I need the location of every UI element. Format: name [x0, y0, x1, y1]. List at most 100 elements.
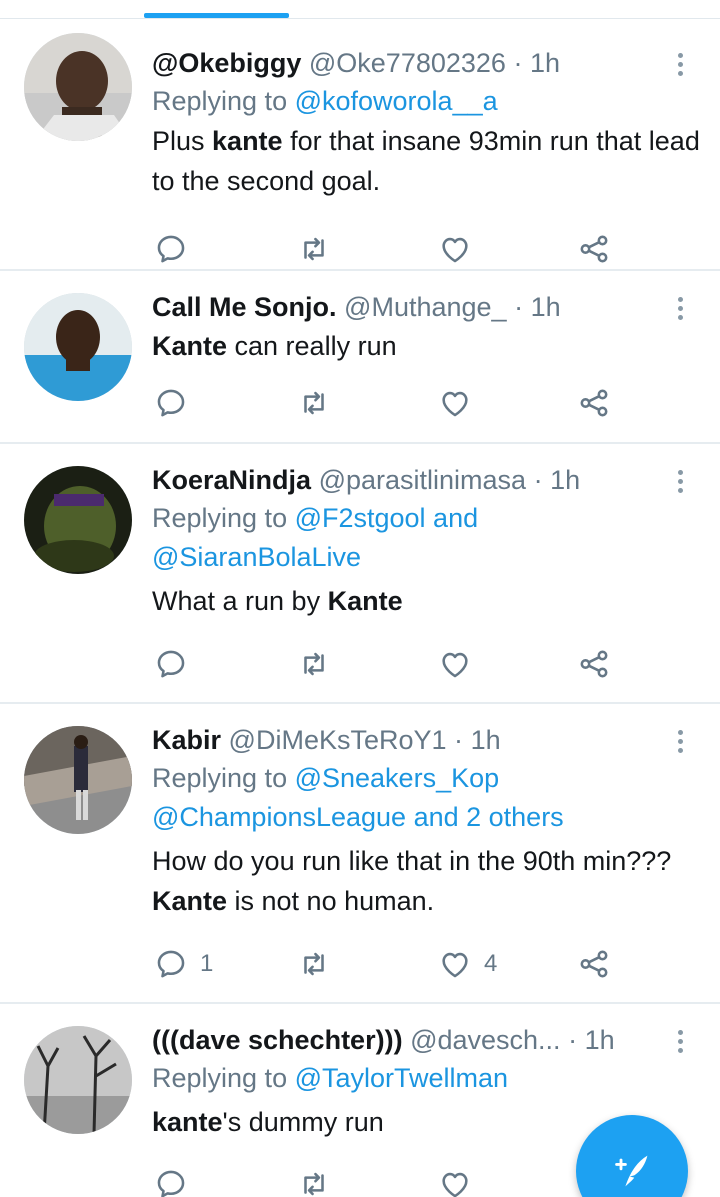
highlighted-keyword: kante [152, 1107, 223, 1137]
tweet-actions [152, 644, 720, 684]
highlighted-keyword: Kante [152, 886, 228, 916]
retweet-button[interactable] [297, 229, 331, 269]
display-name[interactable]: Kabir [152, 725, 221, 755]
tweet-header: KoeraNindja @parasitlinimasa · 1h [152, 461, 700, 499]
avatar[interactable] [24, 293, 132, 401]
display-name[interactable]: KoeraNindja [152, 465, 311, 495]
tweet-item[interactable]: KoeraNindja @parasitlinimasa · 1h Replyi… [0, 444, 720, 704]
heart-icon [442, 391, 468, 417]
display-name[interactable]: Call Me Sonjo. [152, 292, 337, 322]
timestamp[interactable]: 1h [531, 292, 561, 322]
heart-icon [442, 237, 468, 263]
mention-link[interactable]: @SiaranBolaLive [152, 542, 361, 572]
reply-button[interactable] [154, 383, 200, 423]
like-button[interactable] [438, 644, 484, 684]
replying-to: Replying to @F2stgool and @SiaranBolaLiv… [152, 499, 700, 577]
timestamp[interactable]: 1h [585, 1025, 615, 1055]
user-handle[interactable]: @davesch... [410, 1025, 560, 1055]
share-button[interactable] [577, 644, 611, 684]
like-count: 4 [484, 950, 498, 977]
avatar[interactable] [24, 466, 132, 574]
tweet-header: Call Me Sonjo. @Muthange_ · 1h [152, 288, 700, 326]
tab-bar [0, 0, 720, 19]
retweet-icon [304, 952, 324, 976]
avatar[interactable] [24, 726, 132, 834]
user-handle[interactable]: @parasitlinimasa [319, 465, 526, 495]
tweet-actions: 1 4 [152, 944, 720, 984]
like-button[interactable] [438, 1164, 484, 1197]
reply-icon [157, 650, 185, 678]
tweet-header: Kabir @DiMeKsTeRoY1 · 1h [152, 721, 700, 759]
tweet-text: What a run by Kante [152, 581, 700, 621]
display-name[interactable]: (((dave schechter))) [152, 1025, 403, 1055]
highlighted-keyword: Kante [152, 331, 228, 361]
retweet-button[interactable] [297, 383, 331, 423]
user-handle[interactable]: @DiMeKsTeRoY1 [229, 725, 447, 755]
tweet-item[interactable]: Kabir @DiMeKsTeRoY1 · 1h Replying to @Sn… [0, 704, 720, 1004]
like-button[interactable]: 4 [438, 944, 497, 984]
tweet-header: @Okebiggy @Oke77802326 · 1h [152, 44, 700, 82]
like-button[interactable] [438, 229, 484, 269]
mention-link[interactable]: @F2stgool and [295, 503, 479, 533]
mention-link[interactable]: @TaylorTwellman [295, 1063, 508, 1093]
highlighted-keyword: Kante [327, 586, 403, 616]
share-button[interactable] [577, 944, 611, 984]
timestamp[interactable]: 1h [530, 48, 560, 78]
avatar[interactable] [24, 33, 132, 141]
share-button[interactable] [577, 383, 611, 423]
display-name[interactable]: @Okebiggy [152, 48, 301, 78]
like-button[interactable] [438, 383, 484, 423]
separator: · [533, 465, 543, 495]
heart-icon [442, 952, 468, 978]
retweet-icon [304, 391, 324, 415]
replying-to-label: Replying to [152, 503, 295, 533]
separator: · [454, 725, 464, 755]
tweet-content: Kabir @DiMeKsTeRoY1 · 1h Replying to @Sn… [152, 721, 700, 921]
mention-link[interactable]: @kofoworola__a [295, 86, 498, 116]
mention-link[interactable]: @ChampionsLeague and 2 others [152, 802, 564, 832]
retweet-button[interactable] [297, 1164, 331, 1197]
separator: · [568, 1025, 578, 1055]
tweet-text-part: can really run [227, 331, 397, 361]
replying-to: Replying to @kofoworola__a [152, 82, 700, 121]
user-handle[interactable]: @Muthange_ [344, 292, 507, 322]
share-icon [580, 235, 608, 263]
reply-button[interactable] [154, 644, 200, 684]
tweet-actions [152, 383, 720, 423]
reply-button[interactable]: 1 [154, 944, 213, 984]
highlighted-keyword: kante [212, 126, 283, 156]
replying-to-label: Replying to [152, 1063, 295, 1093]
reply-count: 1 [200, 950, 214, 977]
tweet-item[interactable]: @Okebiggy @Oke77802326 · 1h Replying to … [0, 19, 720, 271]
retweet-button[interactable] [297, 644, 331, 684]
separator: · [513, 48, 523, 78]
reply-icon [157, 235, 185, 263]
share-icon [580, 950, 608, 978]
retweet-icon [304, 652, 324, 676]
replying-to: Replying to @TaylorTwellman [152, 1059, 700, 1098]
timestamp[interactable]: 1h [550, 465, 580, 495]
retweet-button[interactable] [297, 944, 331, 984]
separator: · [514, 292, 524, 322]
reply-button[interactable] [154, 229, 200, 269]
timestamp[interactable]: 1h [471, 725, 501, 755]
timeline: @Okebiggy @Oke77802326 · 1h Replying to … [0, 0, 720, 1197]
reply-icon [157, 389, 185, 417]
replying-to-label: Replying to [152, 763, 295, 793]
replying-to: Replying to @Sneakers_Kop @ChampionsLeag… [152, 759, 700, 837]
tweet-text-part: is not no human. [227, 886, 435, 916]
tweet-text-part: What a run by [152, 586, 328, 616]
tweet-text-part: Plus [152, 126, 213, 156]
mention-link[interactable]: @Sneakers_Kop [295, 763, 500, 793]
tweet-text: Plus kante for that insane 93min run tha… [152, 121, 700, 201]
reply-icon [157, 950, 185, 978]
retweet-icon [304, 237, 324, 261]
user-handle[interactable]: @Oke77802326 [309, 48, 506, 78]
reply-button[interactable] [154, 1164, 200, 1197]
tweet-text-part: 's dummy run [222, 1107, 384, 1137]
avatar[interactable] [24, 1026, 132, 1134]
tweet-text-part: How do you run like that in the 90th min… [152, 846, 672, 876]
tweet-item[interactable]: Call Me Sonjo. @Muthange_ · 1h Kante can… [0, 271, 720, 444]
share-button[interactable] [577, 229, 611, 269]
retweet-icon [304, 1172, 324, 1196]
